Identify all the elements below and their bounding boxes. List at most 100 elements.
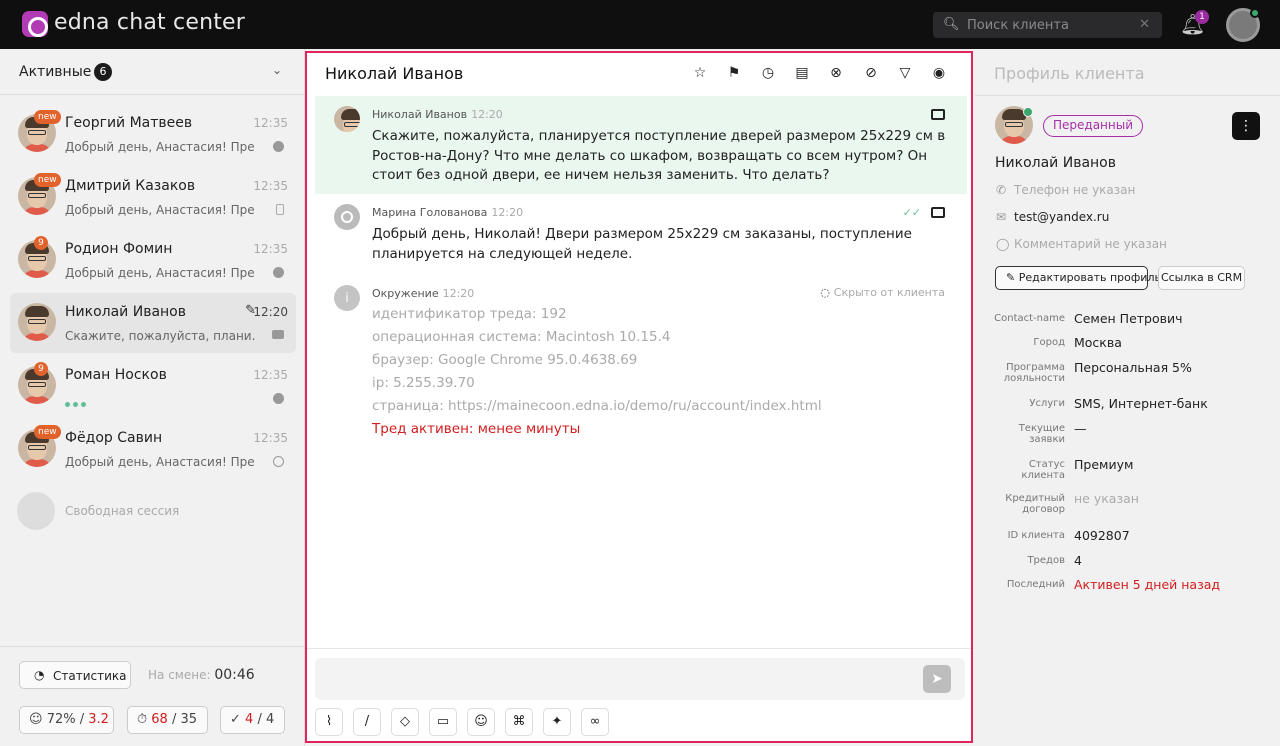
more-menu-button[interactable]: ⋮ (1232, 112, 1260, 140)
search-icon: 🔍︎ (943, 17, 960, 32)
conversation-item-georgiy[interactable]: new Георгий Матвеев 12:35 Добрый день, А… (10, 104, 296, 164)
time-metric[interactable]: ⏱ 68 / 35 (127, 706, 208, 734)
notifications-bell-icon[interactable]: 🔔︎ 1 (1180, 10, 1209, 36)
phone-icon: ✆ (996, 183, 1007, 197)
conversation-name: Роман Носков (65, 367, 167, 383)
command-icon[interactable]: ⌘ (505, 708, 533, 736)
filter-icon[interactable]: ▽ (897, 65, 913, 81)
shift-timer: На смене: 00:46 (148, 667, 255, 683)
conversation-item-nikolay[interactable]: Николай Иванов ✎ 12:20 Скажите, пожалуйс… (10, 293, 296, 353)
client-search[interactable]: 🔍︎ ✕ (933, 12, 1162, 38)
star-icon[interactable]: ☆ (692, 65, 708, 81)
link-icon[interactable]: ∞ (581, 708, 609, 736)
conversation-list-panel: Активные 6 ⌄ new Георгий Матвеев 12:35 Д… (0, 49, 305, 746)
clear-icon[interactable]: ✕ (1139, 17, 1150, 32)
divider (975, 95, 1280, 96)
eye-off-icon: ◌ (820, 286, 830, 299)
shift-time: 00:46 (214, 667, 255, 683)
new-badge: new (34, 110, 61, 124)
conversation-time: 12:20 (253, 305, 288, 319)
statistics-button[interactable]: ◔ Статистика (19, 661, 131, 689)
conversation-name: Николай Иванов (65, 304, 186, 320)
whatsapp-icon (273, 456, 284, 467)
new-badge: new (34, 425, 61, 439)
env-browser: браузер: Google Chrome 95.0.4638.69 (372, 352, 638, 368)
conversation-time: 12:35 (253, 431, 288, 445)
telegram-icon (273, 141, 284, 152)
send-button[interactable]: ➤ (923, 665, 951, 693)
timer-icon[interactable]: ◷ (760, 65, 776, 81)
chat-panel: Николай Иванов ☆ ⚑ ◷ ▤ ⊗ ⊘ ▽ ◉ Николай И… (305, 51, 973, 743)
tag-icon[interactable]: ◇ (391, 708, 419, 736)
conversation-item-roman[interactable]: 9 Роман Носков 12:35 (10, 356, 296, 416)
attach-icon[interactable]: ⌇ (315, 708, 343, 736)
conversation-preview: Добрый день, Анастасия! Пред... (65, 140, 255, 154)
hidden-from-client-label: ◌ Скрыто от клиента (820, 286, 945, 299)
telegram-icon (273, 393, 284, 404)
conversation-item-rodion[interactable]: 9 Родион Фомин 12:35 Добрый день, Анаста… (10, 230, 296, 290)
message-text: Скажите, пожалуйста, планируется поступл… (372, 128, 946, 183)
chat-title: Николай Иванов (325, 64, 464, 83)
done-red-value: 4 (245, 712, 254, 727)
conversation-name: Дмитрий Казаков (65, 178, 196, 194)
unread-badge: 9 (34, 236, 48, 250)
notifications-badge: 1 (1195, 10, 1209, 24)
chart-pie-icon: ◔ (34, 668, 45, 682)
unread-badge: 9 (34, 362, 48, 376)
environment-message: i Окружение 12:20 ◌ Скрыто от клиента иден… (315, 275, 967, 445)
conversation-list-header[interactable]: Активные 6 ⌄ (0, 49, 305, 95)
message-author: Николай Иванов 12:20 (372, 108, 503, 121)
slash-command-icon[interactable]: / (353, 708, 381, 736)
message-input-box[interactable]: ➤ (315, 658, 965, 700)
close-circle-icon[interactable]: ⊗ (828, 65, 844, 81)
monitor-icon (931, 109, 945, 120)
comment-line[interactable]: ◯ Комментарий не указан (996, 237, 1167, 251)
conversation-item-fedor[interactable]: new Фёдор Савин 12:35 Добрый день, Анаст… (10, 419, 296, 479)
status-badge[interactable]: Переданный (1043, 115, 1144, 137)
crm-link-button[interactable]: Ссылка в CRM (1158, 266, 1245, 290)
document-icon[interactable]: ▤ (794, 65, 810, 81)
message-input[interactable] (327, 668, 907, 690)
sparkle-icon[interactable]: ✦ (543, 708, 571, 736)
statistics-label: Статистика (53, 669, 127, 683)
typing-indicator (65, 396, 89, 411)
message-author: Окружение 12:20 (372, 287, 475, 300)
phone-line[interactable]: ✆ Телефон не указан (996, 183, 1135, 197)
monitor-icon (931, 207, 945, 218)
conversation-preview: Скажите, пожалуйста, плани... (65, 329, 255, 343)
chevron-down-icon[interactable]: ⌄ (272, 63, 282, 77)
client-profile-panel: Профиль клиента Переданный ⋮ Николай Ива… (975, 49, 1280, 746)
env-page: страница: https://mainecoon.edna.io/demo… (372, 398, 822, 414)
time-total-value: 35 (180, 712, 198, 727)
user-circle-icon[interactable]: ◉ (931, 65, 947, 81)
satisfaction-red-value: 3.2 (88, 712, 109, 727)
profile-title: Профиль клиента (994, 64, 1145, 83)
double-check-icon: ✓✓ (902, 206, 921, 219)
conversation-name: Фёдор Савин (65, 430, 163, 446)
emoji-icon[interactable]: ☺ (467, 708, 495, 736)
conversation-preview: Добрый день, Анастасия! Пред... (65, 203, 255, 217)
block-icon[interactable]: ⊘ (863, 65, 879, 81)
active-filter-label: Активные (19, 64, 92, 80)
done-metric[interactable]: ✓ 4 / 4 (220, 706, 285, 734)
operator-avatar[interactable] (1226, 8, 1260, 42)
conversation-time: 12:35 (253, 368, 288, 382)
phone-icon (276, 204, 284, 215)
edit-profile-button[interactable]: ✎ Редактировать профиль (995, 266, 1161, 290)
conversation-time: 12:35 (253, 116, 288, 130)
monitor-icon (272, 330, 284, 339)
conversation-item-dmitriy[interactable]: new Дмитрий Казаков 12:35 Добрый день, А… (10, 167, 296, 227)
message-text: Добрый день, Николай! Двери размером 25х… (372, 226, 912, 262)
check-circle-icon: ✓ (230, 712, 241, 727)
avatar (334, 106, 360, 132)
smile-icon: ☺ (29, 712, 43, 727)
empty-avatar (17, 492, 55, 530)
email-line[interactable]: ✉ test@yandex.ru (996, 210, 1109, 224)
client-search-input[interactable] (967, 15, 1132, 35)
edna-logo-icon[interactable] (22, 11, 48, 37)
comment-icon[interactable]: ▭ (429, 708, 457, 736)
operator-avatar (334, 204, 360, 230)
signpost-icon[interactable]: ⚑ (726, 65, 742, 81)
free-session-label: Свободная сессия (65, 504, 180, 518)
satisfaction-metric[interactable]: ☺ 72% / 3.2 (19, 706, 114, 734)
